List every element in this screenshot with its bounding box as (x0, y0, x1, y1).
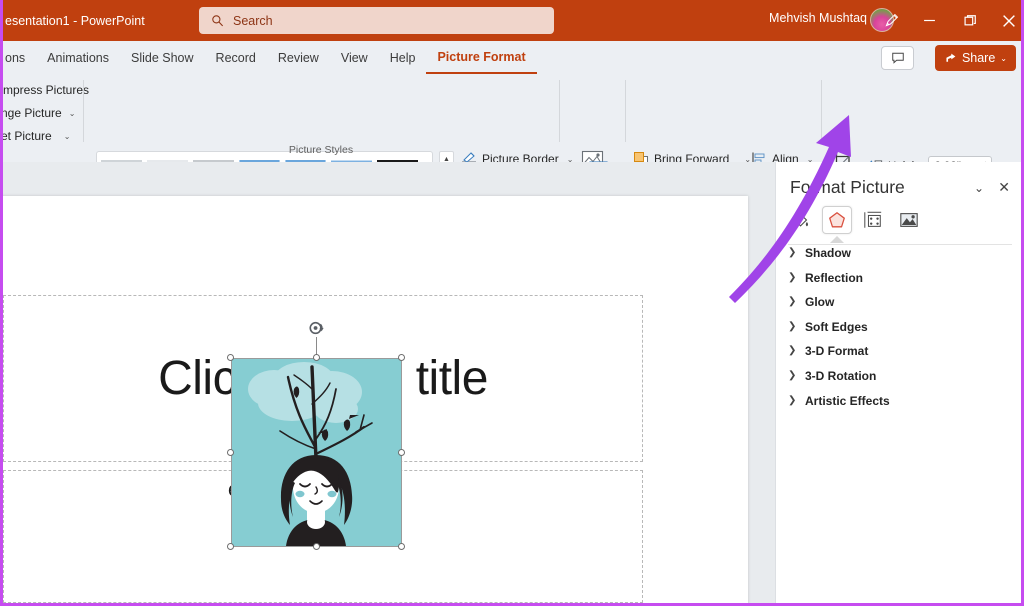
pane-close-icon[interactable]: ✕ (998, 179, 1010, 196)
chevron-right-icon: ❯ (788, 321, 796, 332)
section-3d-format[interactable]: ❯ 3-D Format (788, 338, 1012, 363)
pane-collapse-icon[interactable]: ⌄ (974, 181, 984, 195)
section-label: Reflection (805, 271, 863, 285)
restore-icon[interactable] (948, 0, 992, 41)
chevron-right-icon: ❯ (788, 296, 796, 307)
resize-handle-se[interactable] (398, 543, 405, 550)
close-icon[interactable] (987, 0, 1024, 41)
pane-title: Format Picture (790, 177, 905, 198)
reset-picture-command[interactable]: et Picture ⌄ (0, 129, 70, 143)
slide-canvas-area[interactable]: Click to add title e (3, 162, 775, 603)
resize-handle-n[interactable] (313, 354, 320, 361)
woman-with-tree-hair-illustration (232, 359, 401, 546)
chevron-right-icon: ❯ (788, 370, 796, 381)
section-label: 3-D Rotation (805, 369, 876, 383)
comment-icon (891, 51, 905, 65)
tab-transitions[interactable]: ons (3, 41, 36, 74)
minimize-icon[interactable] (907, 0, 951, 41)
chevron-right-icon: ❯ (788, 272, 796, 283)
picture-styles-group-label: Picture Styles (248, 144, 394, 156)
pane-tab-effects[interactable] (822, 206, 852, 234)
effects-icon (827, 210, 847, 230)
user-name[interactable]: Mehvish Mushtaq (769, 11, 867, 25)
size-and-properties-icon (863, 210, 883, 230)
powerpoint-window: esentation1 - PowerPoint Search Mehvish … (0, 0, 1024, 606)
section-reflection[interactable]: ❯ Reflection (788, 265, 1012, 290)
section-label: Glow (805, 295, 834, 309)
section-soft-edges[interactable]: ❯ Soft Edges (788, 314, 1012, 339)
document-title: esentation1 - PowerPoint (3, 14, 145, 28)
format-picture-pane: Format Picture ⌄ ✕ (775, 162, 1024, 603)
resize-handle-nw[interactable] (227, 354, 234, 361)
ribbon-tab-bar: ons Animations Slide Show Record Review … (3, 41, 1024, 74)
search-placeholder: Search (233, 14, 273, 28)
pane-tab-size-and-properties[interactable] (858, 206, 888, 234)
resize-handle-s[interactable] (313, 543, 320, 550)
tab-view[interactable]: View (330, 41, 379, 74)
tab-help[interactable]: Help (379, 41, 427, 74)
comments-button[interactable] (881, 46, 914, 70)
section-label: Shadow (805, 246, 851, 260)
tab-animations[interactable]: Animations (36, 41, 120, 74)
pane-tab-bar (786, 206, 924, 234)
chevron-right-icon: ❯ (788, 395, 796, 406)
chevron-down-icon: ⌄ (69, 109, 76, 118)
tab-picture-format[interactable]: Picture Format (426, 41, 536, 74)
resize-handle-ne[interactable] (398, 354, 405, 361)
rotate-handle-icon[interactable] (308, 320, 325, 337)
workspace: Click to add title e (3, 162, 1024, 603)
tab-slide-show[interactable]: Slide Show (120, 41, 205, 74)
resize-handle-w[interactable] (227, 449, 234, 456)
chevron-right-icon: ❯ (788, 345, 796, 356)
change-picture-command[interactable]: nge Picture ⌄ (0, 106, 75, 120)
section-glow[interactable]: ❯ Glow (788, 289, 1012, 314)
share-label: Share (962, 51, 995, 65)
section-shadow[interactable]: ❯ Shadow (788, 240, 1012, 265)
ribbon: mpress Pictures nge Picture ⌄ et Picture… (3, 74, 1024, 162)
search-input[interactable]: Search (199, 7, 554, 34)
selected-picture[interactable] (231, 358, 402, 547)
search-icon (211, 14, 224, 27)
section-label: Soft Edges (805, 320, 868, 334)
tab-record[interactable]: Record (205, 41, 267, 74)
section-3d-rotation[interactable]: ❯ 3-D Rotation (788, 363, 1012, 388)
section-label: 3-D Format (805, 344, 868, 358)
title-bar: esentation1 - PowerPoint Search Mehvish … (3, 0, 1024, 41)
chevron-down-icon: ⌄ (64, 132, 71, 141)
section-artistic-effects[interactable]: ❯ Artistic Effects (788, 388, 1012, 413)
picture-icon (899, 210, 919, 230)
chevron-down-icon: ⌄ (1000, 54, 1007, 63)
compress-pictures-command[interactable]: mpress Pictures (0, 83, 89, 97)
pane-tab-picture[interactable] (894, 206, 924, 234)
section-label: Artistic Effects (805, 394, 890, 408)
share-button[interactable]: Share ⌄ (935, 45, 1016, 71)
share-icon (944, 52, 957, 65)
resize-handle-sw[interactable] (227, 543, 234, 550)
pane-tab-fill-and-line[interactable] (786, 206, 816, 234)
resize-handle-e[interactable] (398, 449, 405, 456)
pen-draw-icon[interactable] (871, 0, 911, 41)
fill-and-line-icon (791, 210, 811, 230)
chevron-right-icon: ❯ (788, 247, 796, 258)
tab-review[interactable]: Review (267, 41, 330, 74)
